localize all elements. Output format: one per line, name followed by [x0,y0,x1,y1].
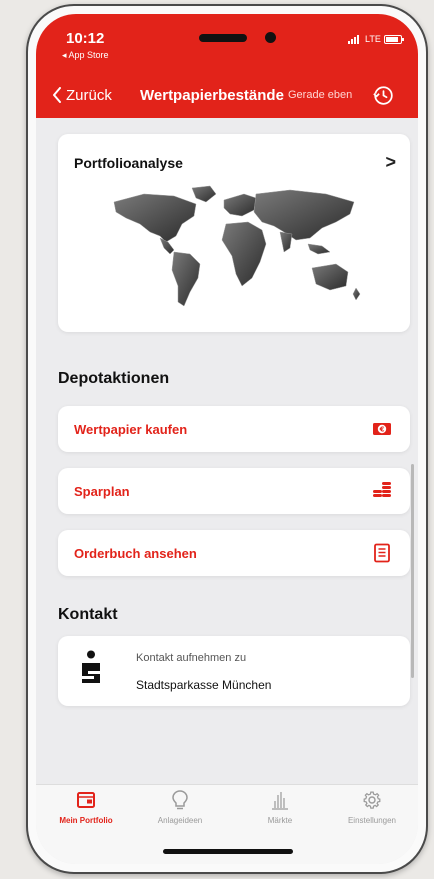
buy-security-label: Wertpapier kaufen [74,421,188,437]
tab-label: Märkte [267,816,293,825]
phone-frame: 10:12 ◂ App Store LTE Zurück Wertpapierb… [26,4,428,874]
main-content: Portfolioanalyse > Depotaktionen Wertpap… [36,118,418,784]
page-title: Wertpapierbestände [140,86,284,104]
status-indicators: LTE [348,34,404,44]
portfolio-analysis-title: Portfolioanalyse [74,155,183,171]
euro-banknote-icon: € [373,423,391,435]
last-updated-label: Gerade eben [288,89,353,101]
buy-security-row[interactable]: Wertpapier kaufen € [58,406,410,452]
tab-label: Einstellungen [347,816,397,825]
savings-plan-label: Sparplan [74,483,130,499]
refresh-history-icon[interactable] [373,85,394,106]
savings-plan-row[interactable]: Sparplan [58,468,410,514]
home-indicator[interactable] [163,849,293,854]
chevron-right-icon: > [385,152,396,172]
bar-chart-icon [272,792,288,810]
navigation-bar: Zurück Wertpapierbestände Gerade eben [36,80,418,110]
network-label: LTE [365,34,381,44]
svg-text:€: € [379,426,385,434]
world-map-image [113,185,361,307]
coin-stack-icon [373,482,391,497]
app-screen: 10:12 ◂ App Store LTE Zurück Wertpapierb… [36,14,418,864]
gear-icon [363,791,381,809]
status-time: 10:12 [66,30,105,47]
lightbulb-icon [172,790,188,810]
tab-mein-portfolio[interactable]: Mein Portfolio [38,789,134,825]
depot-actions-heading: Depotaktionen [58,370,170,387]
orderbook-icon [374,543,390,563]
chevron-left-icon [53,87,61,103]
tab-label: Mein Portfolio [59,816,113,825]
contact-prompt-label: Kontakt aufnehmen zu [136,652,247,664]
tab-anlageideen[interactable]: Anlageideen [132,789,228,825]
tab-label: Anlageideen [157,816,203,825]
contact-heading: Kontakt [58,606,118,623]
sparkasse-logo-icon [82,650,100,683]
contact-card[interactable]: Kontakt aufnehmen zu Stadtsparkasse Münc… [58,636,410,706]
portfolio-analysis-card[interactable]: Portfolioanalyse > [58,134,410,332]
battery-icon [383,34,404,44]
camera-notch-bar [199,34,247,42]
signal-icon [348,34,362,44]
tab-einstellungen[interactable]: Einstellungen [324,789,418,825]
back-to-app-store-link[interactable]: ◂ App Store [62,50,109,61]
orderbook-row[interactable]: Orderbuch ansehen [58,530,410,576]
contact-bank-name: Stadtsparkasse München [136,678,272,692]
back-button[interactable]: Zurück [52,87,112,104]
orderbook-label: Orderbuch ansehen [74,545,197,561]
back-button-label: Zurück [66,86,112,104]
tab-maerkte[interactable]: Märkte [232,789,328,825]
scrollbar[interactable] [411,464,414,678]
portfolio-wallet-icon [77,792,95,808]
app-header: 10:12 ◂ App Store LTE Zurück Wertpapierb… [36,14,418,118]
tab-bar: Mein Portfolio Anlageideen Märkte Einste… [36,784,418,864]
camera-notch-dot [265,32,276,43]
